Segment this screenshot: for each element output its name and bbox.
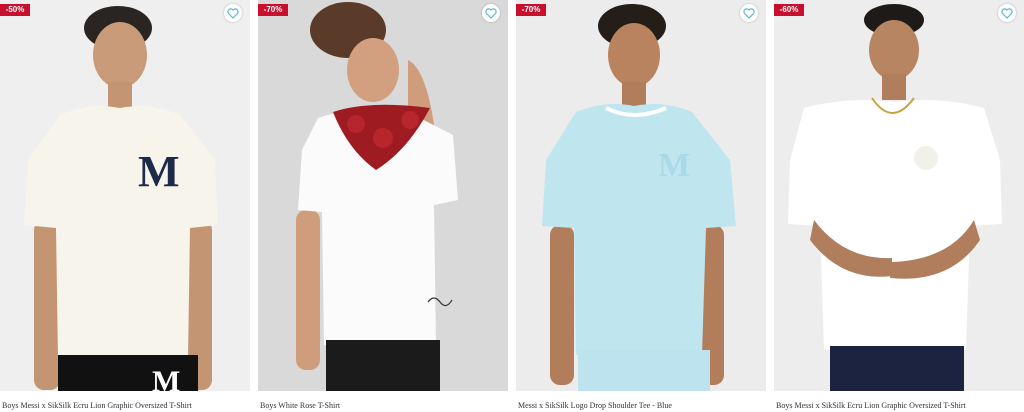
product-card[interactable]: M -70% Messi x SikSilk Logo Drop Shoulde… xyxy=(516,0,766,412)
wishlist-button[interactable] xyxy=(740,4,758,22)
product-title[interactable]: Boys Messi x SikSilk Ecru Lion Graphic O… xyxy=(776,401,966,410)
product-title[interactable]: Boys Messi x SikSilk Ecru Lion Graphic O… xyxy=(2,401,192,410)
discount-badge: -50% xyxy=(0,4,30,16)
product-title[interactable]: Boys White Rose T-Shirt xyxy=(260,401,340,410)
heart-outline-icon xyxy=(485,7,497,19)
svg-text:M: M xyxy=(138,147,180,196)
discount-badge: -60% xyxy=(774,4,804,16)
discount-badge: -70% xyxy=(516,4,546,16)
product-card[interactable]: -60% Boys Messi x SikSilk Ecru Lion Grap… xyxy=(774,0,1024,412)
heart-outline-icon xyxy=(227,7,239,19)
product-image[interactable]: -70% xyxy=(258,0,508,391)
product-card[interactable]: M M -50% Boys Messi x SikSilk Ecru Lion … xyxy=(0,0,250,412)
heart-outline-icon xyxy=(1001,7,1013,19)
svg-text:M: M xyxy=(152,365,180,391)
product-title[interactable]: Messi x SikSilk Logo Drop Shoulder Tee -… xyxy=(518,401,672,410)
wishlist-button[interactable] xyxy=(224,4,242,22)
product-image[interactable]: -60% xyxy=(774,0,1024,391)
svg-text:M: M xyxy=(658,147,690,184)
wishlist-button[interactable] xyxy=(998,4,1016,22)
wishlist-button[interactable] xyxy=(482,4,500,22)
heart-outline-icon xyxy=(743,7,755,19)
product-image[interactable]: M M -50% xyxy=(0,0,250,391)
discount-badge: -70% xyxy=(258,4,288,16)
product-image[interactable]: M -70% xyxy=(516,0,766,391)
product-card[interactable]: -70% Boys White Rose T-Shirt xyxy=(258,0,508,412)
product-grid: M M -50% Boys Messi x SikSilk Ecru Lion … xyxy=(0,0,1024,412)
